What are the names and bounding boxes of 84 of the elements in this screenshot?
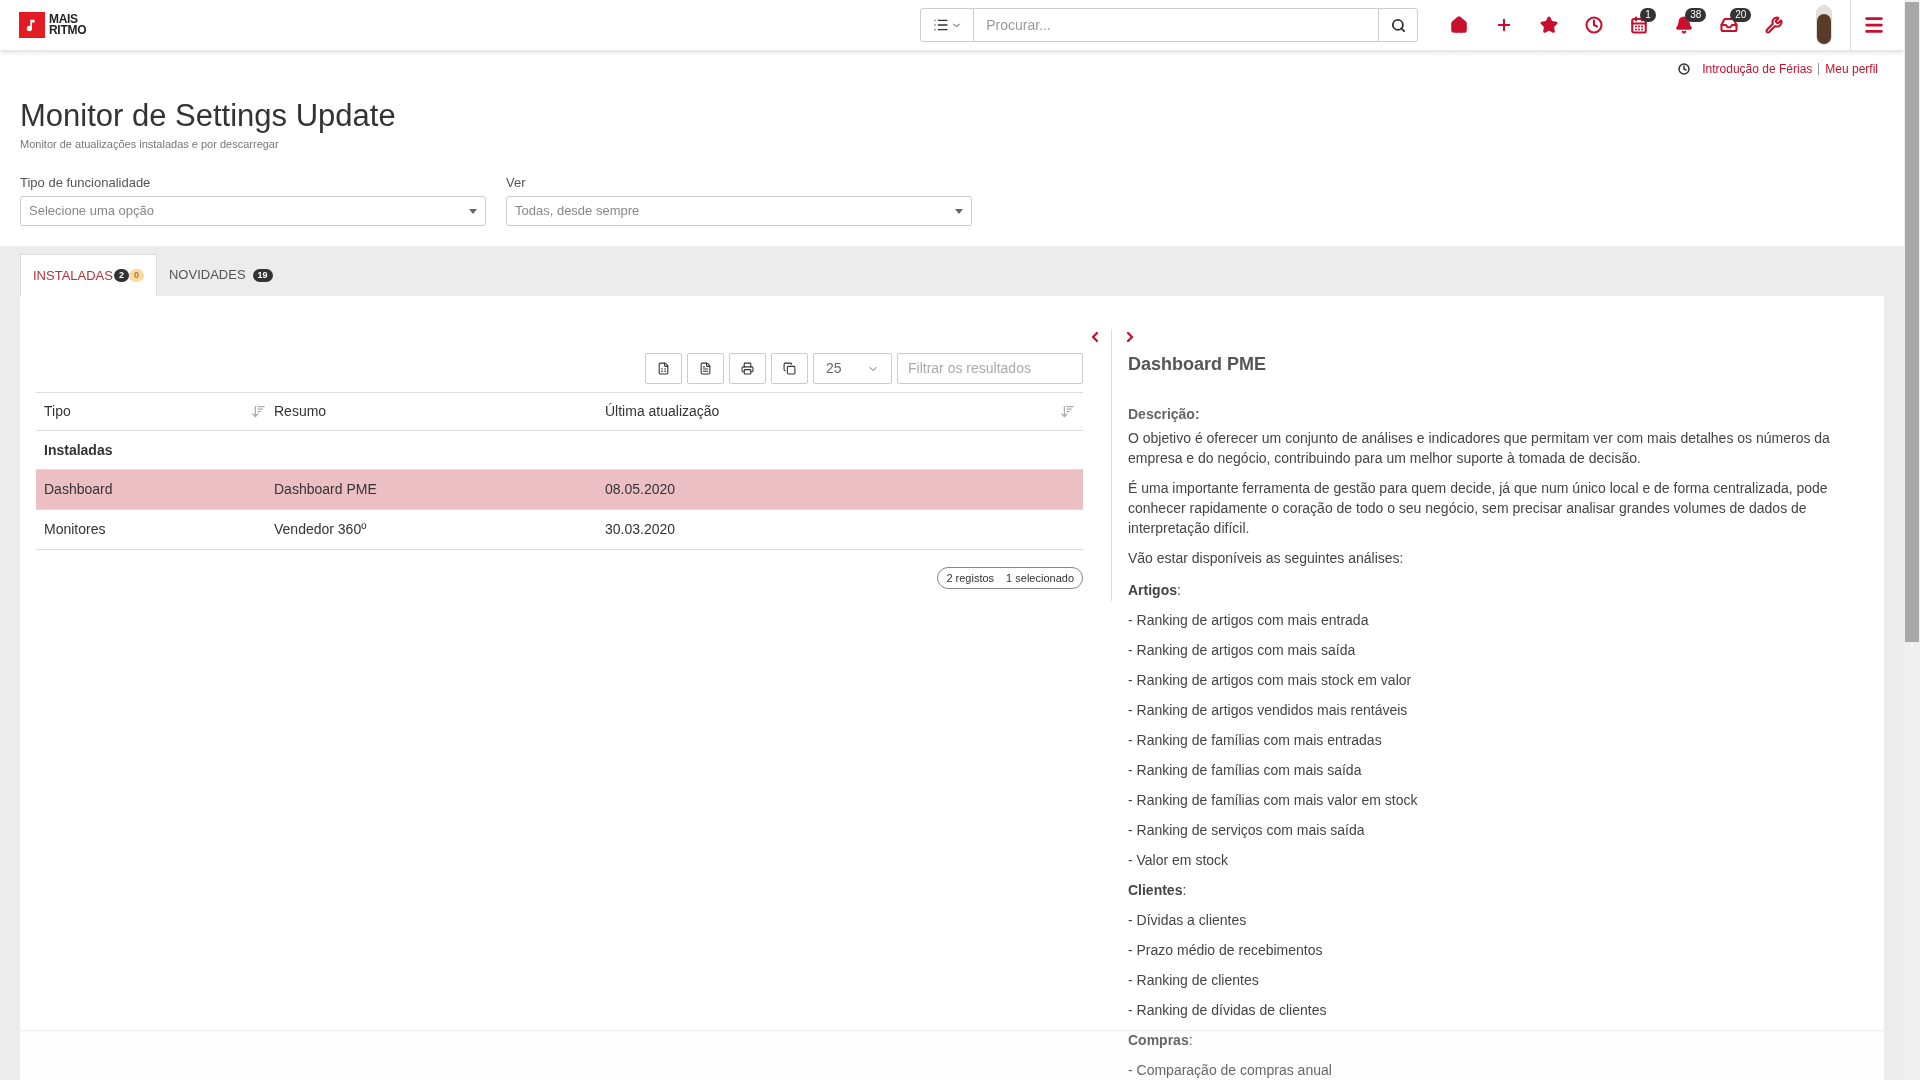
wrench-icon: [1764, 16, 1783, 34]
calendar-icon: [1629, 16, 1648, 34]
table-cell-text: Dashboard: [43, 480, 114, 499]
excel-export-button[interactable]: [645, 353, 682, 384]
detail-title: Dashboard PME: [1128, 353, 1267, 376]
list-item: - Dívidas a clientes: [1128, 911, 1248, 930]
page-title: Monitor de Settings Update: [20, 97, 397, 135]
table-cell-text: 30.03.2020: [605, 520, 677, 539]
bell-icon: [1674, 16, 1693, 34]
list-item: - Ranking de serviços com mais saída: [1128, 821, 1366, 840]
header-link[interactable]: Meu perfil: [1825, 60, 1878, 78]
description-text: Vão estar disponíveis as seguintes análises:: [1128, 549, 1405, 568]
record-count: 2 registos: [946, 570, 995, 586]
search-field[interactable]: Procurar...: [974, 8, 1379, 42]
header-link[interactable]: Introdução de Férias: [1702, 60, 1813, 78]
filter-field[interactable]: Filtrar os resultados: [897, 353, 1083, 384]
menu-icon[interactable]: [1863, 14, 1885, 36]
caret-icon: [955, 208, 963, 214]
column-header[interactable]: Resumo: [274, 401, 605, 422]
table-cell-text: Dashboard PME: [274, 480, 378, 499]
spreadsheet-icon: [657, 362, 670, 375]
description-label: Descrição:: [1128, 405, 1201, 424]
search-button[interactable]: [1378, 8, 1419, 42]
selected-count: 1 selecionado: [1006, 570, 1074, 586]
list-item: - Valor em stock: [1128, 851, 1230, 870]
table-cell-text: 08.05.2020: [605, 480, 677, 499]
tab[interactable]: INSTALADAS 2 0: [20, 254, 157, 296]
column-header[interactable]: Última atualização: [605, 401, 720, 422]
home-icon: [1449, 16, 1468, 34]
list-item: - Ranking de artigos com mais stock em valor: [1128, 671, 1413, 690]
list-item: - Ranking de artigos vendidos mais rentáveis: [1128, 701, 1409, 720]
count-badge: 2: [113, 269, 129, 282]
list-item: - Ranking de famílias com mais saída: [1128, 761, 1363, 780]
filter-label: Ver: [506, 173, 527, 192]
clock-icon: [1678, 63, 1691, 75]
list-item: - Ranking de clientes: [1128, 971, 1260, 990]
search-scope-dropdown[interactable]: [920, 8, 975, 42]
section-heading: Artigos:: [1128, 581, 1182, 600]
list-item: - Ranking de artigos com mais saída: [1128, 641, 1357, 660]
count-badge: 1: [1640, 8, 1656, 22]
print-button[interactable]: [729, 353, 766, 384]
star-icon: [1539, 16, 1558, 34]
count-badge: 19: [252, 268, 273, 282]
column-header[interactable]: Tipo: [44, 401, 71, 422]
list-item: - Comparação de compras anual: [1128, 1061, 1333, 1080]
logo[interactable]: MAIS RITMO: [19, 12, 87, 38]
description-text: O objetivo é oferecer um conjunto de análises e indicadores que permitam ver com mais detalhes os números da empresa e do negócio, contribuindo para um melhor suporte à tomada de decisão.: [1128, 429, 1831, 468]
caret-icon: [469, 208, 477, 214]
list-item: - Ranking de artigos com mais entrada: [1128, 611, 1370, 630]
description-text: É uma importante ferramenta de gestão para quem decide, já que num único local e de forma centralizada, pode conhecer rapidamente o coração de todo o seu negócio, sem precisar analisar grandes volumes de dados de interpretação difícil.: [1128, 479, 1829, 538]
list-item: - Ranking de dívidas de clientes: [1128, 1001, 1328, 1020]
copy-icon: [783, 362, 796, 375]
filter-label: Tipo de funcionalidade: [20, 173, 152, 192]
select-field[interactable]: Selecione uma opção: [20, 196, 486, 226]
logo-text: MAIS: [49, 14, 78, 25]
tab[interactable]: NOVIDADES 19: [157, 254, 285, 296]
list-item: - Prazo médio de recebimentos: [1128, 941, 1324, 960]
section-heading: Compras:: [1128, 1031, 1194, 1050]
search-icon: [1390, 17, 1406, 33]
count-badge: 38: [1685, 8, 1707, 22]
copy-button[interactable]: [771, 353, 808, 384]
table-cell-text: Vendedor 360º: [274, 520, 368, 539]
logo-text: RITMO: [49, 25, 87, 36]
clock-icon: [1584, 16, 1603, 34]
section-heading: Clientes:: [1128, 881, 1188, 900]
note-icon: [19, 12, 45, 38]
printer-icon: [741, 362, 754, 375]
table-cell-text: Monitores: [43, 520, 107, 539]
count-badge: 20: [1730, 8, 1752, 22]
tray-icon: [1719, 16, 1738, 34]
tray-button[interactable]: 20: [1706, 5, 1752, 45]
count-badge: 0: [128, 269, 144, 282]
document-icon: [699, 362, 712, 375]
group-heading: Instaladas: [44, 440, 113, 460]
list-icon: [932, 17, 949, 33]
list-item: - Ranking de famílias com mais valor em stock: [1128, 791, 1419, 810]
page-subtitle: Monitor de atualizações instaladas e por descarregar: [20, 137, 280, 152]
select-field[interactable]: Todas, desde sempre: [506, 196, 972, 226]
calendar-button[interactable]: 1: [1616, 5, 1662, 45]
table-row[interactable]: Dashboard Dashboard PME 08.05.2020: [36, 470, 1083, 510]
list-item: - Ranking de famílias com mais entradas: [1128, 731, 1383, 750]
page-size-select[interactable]: 25: [813, 353, 892, 384]
pdf-export-button[interactable]: [687, 353, 724, 384]
bell-button[interactable]: 38: [1661, 5, 1707, 45]
